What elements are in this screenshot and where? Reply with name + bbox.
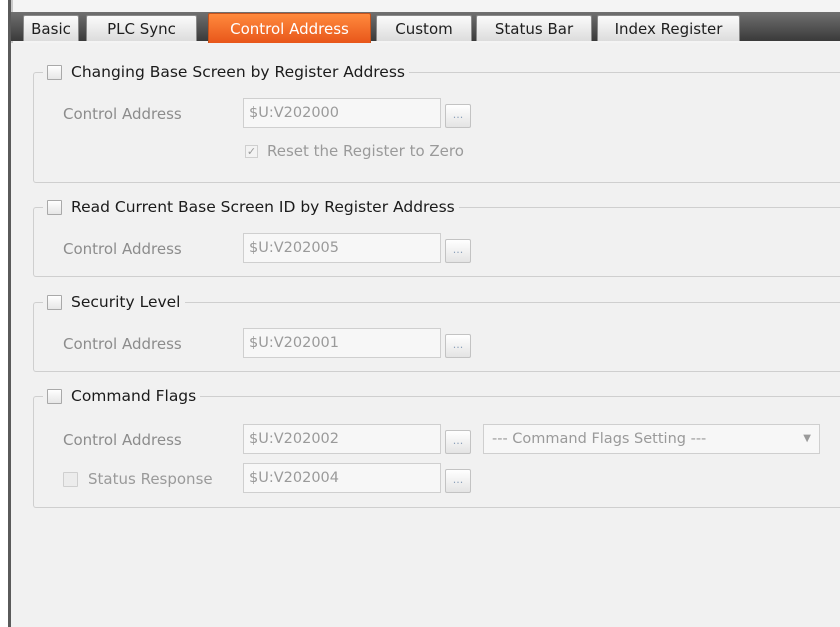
read-screen-checkbox[interactable] — [47, 199, 62, 215]
browse-button[interactable]: ... — [445, 430, 471, 454]
reset-register-label: Reset the Register to Zero — [267, 142, 464, 160]
tab-custom[interactable]: Custom — [376, 15, 472, 41]
browse-button[interactable]: ... — [445, 239, 471, 263]
tab-content: Changing Base Screen by Register Address… — [11, 43, 840, 627]
group-header: Command Flags — [43, 382, 201, 410]
control-address-field[interactable]: $U:V202001 — [243, 328, 441, 358]
control-address-label: Control Address — [63, 240, 182, 258]
status-response-field[interactable]: $U:V202004 — [243, 463, 441, 493]
group-header: Read Current Base Screen ID by Register … — [43, 193, 459, 221]
status-browse-button[interactable]: ... — [445, 469, 471, 493]
group-header: Security Level — [43, 288, 185, 316]
tab-status-bar[interactable]: Status Bar — [476, 15, 592, 41]
control-address-field[interactable]: $U:V202002 — [243, 424, 441, 454]
status-response-checkbox[interactable] — [63, 471, 78, 487]
status-response-label: Status Response — [88, 470, 213, 488]
browse-button[interactable]: ... — [445, 104, 471, 128]
group-command-flags: Command Flags Control Address $U:V202002… — [33, 382, 840, 508]
reset-register-checkbox[interactable]: ✓ — [245, 144, 258, 158]
tab-basic[interactable]: Basic — [23, 15, 79, 41]
group-security-level: Security Level Control Address $U:V20200… — [33, 288, 840, 372]
group-title: Security Level — [71, 293, 181, 311]
command-flags-checkbox[interactable] — [47, 388, 62, 404]
group-title: Command Flags — [71, 387, 197, 405]
tab-control-address[interactable]: Control Address — [208, 13, 371, 43]
group-title: Read Current Base Screen ID by Register … — [71, 198, 455, 216]
group-title: Changing Base Screen by Register Address — [71, 63, 405, 81]
group-change-base-screen: Changing Base Screen by Register Address… — [33, 58, 840, 183]
tab-plc-sync[interactable]: PLC Sync — [86, 15, 197, 41]
control-address-label: Control Address — [63, 105, 182, 123]
control-address-label: Control Address — [63, 431, 182, 449]
browse-button[interactable]: ... — [445, 334, 471, 358]
control-address-field[interactable]: $U:V202005 — [243, 233, 441, 263]
status-response-option[interactable]: Status Response — [63, 470, 213, 488]
group-header: Changing Base Screen by Register Address — [43, 58, 409, 86]
chevron-down-icon[interactable]: ▼ — [803, 425, 811, 453]
command-flags-setting-select[interactable]: --- Command Flags Setting --- ▼ — [483, 424, 820, 454]
group-read-base-screen: Read Current Base Screen ID by Register … — [33, 193, 840, 277]
security-level-checkbox[interactable] — [47, 294, 62, 310]
select-value: --- Command Flags Setting --- — [492, 431, 707, 447]
control-address-label: Control Address — [63, 335, 182, 353]
tab-index-register[interactable]: Index Register — [597, 15, 740, 41]
change-screen-checkbox[interactable] — [47, 64, 62, 80]
control-address-field[interactable]: $U:V202000 — [243, 98, 441, 128]
reset-register-option[interactable]: ✓ Reset the Register to Zero — [245, 142, 464, 160]
